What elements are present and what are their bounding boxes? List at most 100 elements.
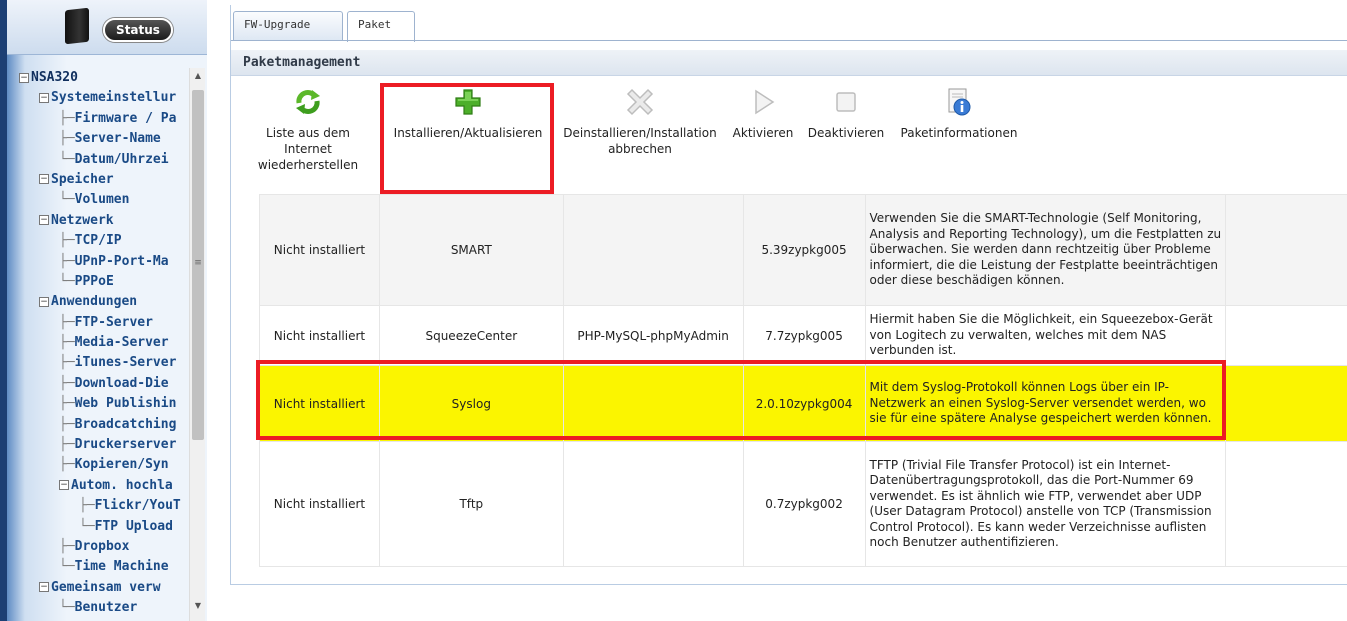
tree-item[interactable]: − NSA320 (7, 68, 189, 88)
tree-item-label: Benutzer (74, 600, 138, 616)
tree-item[interactable]: └─FTP Upload (7, 517, 189, 537)
tree-connector-icon: └─ (59, 600, 75, 616)
sidebar: Status − NSA320− Systemeinstellur ├─Firmwar… (7, 0, 207, 621)
tree-item-label: Time Machine (74, 559, 169, 575)
tree-connector-icon: ├─ (59, 314, 75, 330)
tree-item[interactable]: ├─FTP-Server (7, 313, 189, 333)
tree-item-label: Druckerserver (74, 437, 177, 453)
tree-item[interactable]: ├─Flickr/YouT (7, 496, 189, 516)
tree-item[interactable]: ├─UPnP-Port-Ma (7, 252, 189, 272)
package-version: 5.39zypkg005 (742, 194, 866, 306)
tree-item-label: Kopieren/Syn (74, 457, 169, 473)
tree-connector-icon: └─ (59, 559, 75, 575)
tree-item[interactable]: ├─Druckerserver (7, 435, 189, 455)
tree-item-label: Anwendungen (51, 294, 138, 310)
collapse-toggle-icon[interactable]: − (39, 215, 49, 226)
tree-item[interactable]: ├─iTunes-Server (7, 353, 189, 373)
tree-item-label: Flickr/YouT (94, 498, 181, 514)
tree-item-label: Speicher (51, 171, 114, 187)
tree-connector-icon: ├─ (59, 396, 75, 412)
package-name: SqueezeCenter (378, 305, 564, 366)
table-cell-empty (1225, 441, 1347, 567)
tree-item-label: UPnP-Port-Ma (74, 253, 169, 269)
collapse-toggle-icon[interactable]: − (59, 480, 69, 491)
tab-divider (231, 40, 1347, 41)
package-requires (562, 441, 744, 567)
collapse-toggle-icon[interactable]: − (19, 72, 29, 83)
tree-item-label: Download-Die (74, 375, 169, 391)
tree-item-label: TCP/IP (74, 233, 122, 249)
tree-item[interactable]: − Autom. hochla (7, 476, 189, 496)
uninstall-icon (625, 87, 655, 117)
uninstall-label: Deinstallieren/Installation abbrechen (563, 126, 717, 156)
tree-item[interactable]: ├─Web Publishin (7, 394, 189, 414)
tree-connector-icon: ├─ (59, 416, 75, 432)
package-info-label: Paketinformationen (900, 126, 1018, 140)
tree-item[interactable]: └─Time Machine (7, 557, 189, 577)
scroll-grip-icon: ≡ (194, 258, 202, 268)
tree-item-label: Gemeinsam verw (51, 579, 161, 595)
collapse-toggle-icon[interactable]: − (39, 296, 49, 307)
section-title: Paketmanagement (231, 50, 1347, 76)
collapse-toggle-icon[interactable]: − (39, 174, 49, 185)
tree-item-label: Volumen (74, 192, 130, 208)
collapse-toggle-icon[interactable]: − (39, 92, 49, 103)
left-edge-strip (0, 0, 7, 621)
tree-item[interactable]: − Speicher (7, 170, 189, 190)
tree-item[interactable]: ├─Media-Server (7, 333, 189, 353)
tree-connector-icon: ├─ (59, 375, 75, 391)
tree-item-label: Dropbox (74, 538, 130, 554)
tree-item[interactable]: ├─TCP/IP (7, 231, 189, 251)
table-row[interactable]: Nicht installiert SMART 5.39zypkg005 Ver… (259, 194, 1347, 306)
tree-item-label: Datum/Uhrzei (74, 151, 169, 167)
tree-connector-icon: └─ (79, 518, 95, 534)
tree-item-label: NSA320 (31, 70, 78, 85)
tree-connector-icon: └─ (59, 273, 75, 289)
tree-item[interactable]: − Anwendungen (7, 292, 189, 312)
tree-item[interactable]: − Netzwerk (7, 211, 189, 231)
tree-connector-icon: ├─ (59, 355, 75, 371)
scroll-down-arrow-icon[interactable]: ▼ (190, 598, 206, 614)
tree-item[interactable]: └─PPPoE (7, 272, 189, 292)
tree-item[interactable]: ├─Download-Die (7, 374, 189, 394)
tree-item[interactable]: ├─Kopieren/Syn (7, 455, 189, 475)
package-status: Nicht installiert (259, 194, 380, 306)
deactivate-button[interactable]: Deaktivieren (802, 87, 890, 141)
tree-item[interactable]: ├─Server-Name (7, 129, 189, 149)
tree-item-label: Systemeinstellur (51, 90, 177, 106)
tab-paket[interactable]: Paket (347, 11, 415, 42)
tree-item[interactable]: └─Datum/Uhrzei (7, 150, 189, 170)
activate-label: Aktivieren (732, 126, 794, 140)
refresh-list-label: Liste aus dem Internet wiederherstellen (257, 126, 359, 172)
package-name: Tftp (378, 441, 564, 567)
package-description: Hiermit haben Sie die Möglichkeit, ein S… (864, 305, 1227, 366)
tree-item-label: Web Publishin (74, 396, 177, 412)
package-version: 0.7zypkg002 (742, 441, 866, 567)
tree-item[interactable]: └─Benutzer (7, 598, 189, 618)
status-button[interactable]: Status (103, 18, 173, 42)
table-row[interactable]: Nicht installiert SqueezeCenter PHP-MySQ… (259, 305, 1347, 366)
tree-item[interactable]: − Gemeinsam verw (7, 578, 189, 598)
refresh-list-button[interactable]: Liste aus dem Internet wiederherstellen (253, 87, 363, 173)
tree-item[interactable]: ├─Broadcatching (7, 415, 189, 435)
tab-fw-upgrade[interactable]: FW-Upgrade (233, 11, 343, 41)
scroll-up-arrow-icon[interactable]: ▲ (190, 68, 206, 84)
tree-scrollbar[interactable]: ▲ ≡ ▼ (189, 68, 205, 621)
package-info-button[interactable]: Paketinformationen (894, 87, 1024, 141)
activate-button[interactable]: Aktivieren (727, 87, 799, 141)
table-row[interactable]: Nicht installiert Tftp 0.7zypkg002 TFTP … (259, 441, 1347, 567)
package-name: SMART (378, 194, 564, 306)
table-cell-empty (1225, 194, 1347, 306)
tree-item-label: Broadcatching (74, 416, 177, 432)
tree-item[interactable]: ├─Dropbox (7, 537, 189, 557)
tree-item[interactable]: └─Volumen (7, 190, 189, 210)
tree-item[interactable]: − Systemeinstellur (7, 88, 189, 108)
tree-connector-icon: ├─ (59, 253, 75, 269)
nas-device-icon (65, 7, 89, 45)
scroll-thumb[interactable]: ≡ (192, 90, 204, 440)
tree-item[interactable]: ├─Firmware / Pa (7, 109, 189, 129)
uninstall-button[interactable]: Deinstallieren/Installation abbrechen (557, 87, 723, 157)
collapse-toggle-icon[interactable]: − (39, 582, 49, 593)
tree-item-label: Netzwerk (51, 212, 114, 228)
tree-connector-icon: ├─ (59, 131, 75, 147)
